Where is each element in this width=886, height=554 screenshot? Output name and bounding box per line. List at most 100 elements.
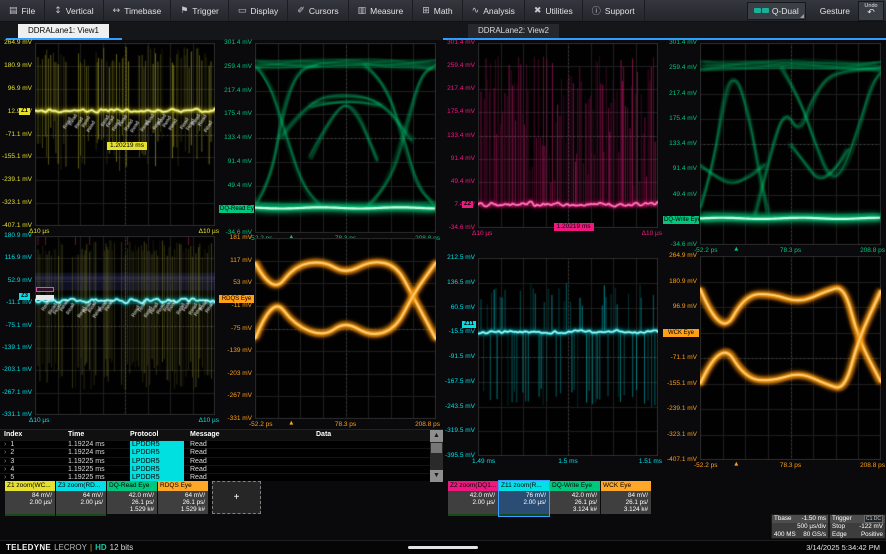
menu-right-controls: Q-Dual Gesture Undo ↶ <box>747 0 886 21</box>
trigger-summary[interactable]: Trigger C1 DC Stop -122 mV Edge Positive <box>829 514 886 539</box>
waveform-grid-z2[interactable] <box>478 43 658 228</box>
y-axis-label: -407.1 mV <box>663 456 697 464</box>
y-axis-label: -323.1 mV <box>0 199 32 207</box>
column-header-message: Message <box>190 430 316 440</box>
y-axis-label: -15.5 mV <box>443 328 475 336</box>
analysis-icon: ∿ <box>472 6 480 16</box>
descriptor-z3-zoom-rd[interactable]: Z3 zoom(RD...64 mV/2.00 µs/ <box>56 481 106 516</box>
menu-item-analysis[interactable]: ∿Analysis <box>463 0 525 21</box>
trace-label-dqread[interactable]: DQ-Read Eye <box>219 205 254 213</box>
menu-item-utilities[interactable]: ✖Utilities <box>525 0 583 21</box>
tab-ddralane2-view2[interactable]: DDRALane2: View2 <box>468 24 559 38</box>
descriptor-dq-write-eye[interactable]: DQ-Write Eye42.0 mV/26.1 ps/3.124 k# <box>550 481 600 514</box>
y-axis-label: -139 mV <box>219 347 252 355</box>
menu-item-display[interactable]: ▭Display <box>229 0 288 21</box>
descriptor-dq-read-eye[interactable]: DQ-Read Eye42.0 mV/26.1 ps/1.529 k# <box>107 481 157 514</box>
menu-item-timebase[interactable]: ↔Timebase <box>104 0 172 21</box>
y-axis-label: 133.4 mV <box>663 140 697 148</box>
descriptor-z11-zoom-r[interactable]: Z11 zoom(R...76 mV/2.00 µs/ <box>499 481 549 516</box>
table-row[interactable]: ›11.19224 msLPDDR5Read <box>0 440 443 448</box>
x-axis-label: Δ10 µs <box>472 229 492 238</box>
descriptor-value-line: 84 mV/ <box>628 492 648 499</box>
cell-time: 1.19225 ms <box>68 466 130 473</box>
panel-rdqs: 181 mV117 mV53 mV-11 mV-75 mV-139 mV-203… <box>219 232 438 437</box>
eye-diagram-dqread[interactable] <box>255 43 436 233</box>
scroll-down-icon[interactable]: ▼ <box>430 470 443 482</box>
eye-diagram-wck[interactable] <box>700 256 881 460</box>
scroll-up-icon[interactable]: ▲ <box>430 430 443 442</box>
menu-item-trigger[interactable]: ⚑Trigger <box>171 0 229 21</box>
y-axis-label: 264.9 mV <box>0 39 32 47</box>
y-axis-label: -267 mV <box>219 392 252 400</box>
zoom-marker-z11[interactable]: Z11 <box>462 321 476 328</box>
menu-item-cursors[interactable]: ✐Cursors <box>288 0 348 21</box>
drawer-handle[interactable] <box>408 546 478 549</box>
y-axis-label: -203 mV <box>219 370 252 378</box>
menu-item-math[interactable]: ⊞Math <box>413 0 462 21</box>
vertical-icon: ↕ <box>54 6 62 16</box>
y-axis-label: 175.4 mV <box>443 108 475 116</box>
cell-protocol: LPDDR5 <box>130 449 190 456</box>
undo-button[interactable]: Undo ↶ <box>858 1 884 21</box>
zoom-marker-z2[interactable]: Z2 <box>462 201 473 208</box>
table-row[interactable]: ›31.19225 msLPDDR5Read <box>0 457 443 465</box>
table-scrollbar[interactable]: ▲▼ <box>430 430 443 482</box>
cell-message: Read <box>190 466 316 473</box>
y-axis-label: -167.5 mV <box>443 378 475 386</box>
descriptor-value-line: 42.0 mV/ <box>572 492 597 499</box>
zoom-marker-z1[interactable]: Z1 <box>19 108 30 115</box>
waveform-grid-z11[interactable] <box>478 258 658 456</box>
menu-item-support[interactable]: ⓘSupport <box>583 0 645 21</box>
panel-wck: 264.9 mV180.9 mV96.9 mV-71.1 mV-155.1 mV… <box>663 250 883 478</box>
add-trace-button[interactable]: + <box>212 481 261 514</box>
scrollbar-thumb[interactable] <box>431 443 442 453</box>
dropdown-corner-icon <box>800 14 804 18</box>
x-axis-label: 208.8 ps <box>415 420 440 429</box>
row-expand-icon[interactable]: › <box>4 441 6 448</box>
eye-diagram-rdqs[interactable] <box>255 238 436 419</box>
gesture-button[interactable]: Gesture <box>812 6 858 16</box>
descriptor-z1-zoom-wc[interactable]: Z1 zoom(WC...84 mV/2.00 µs/ <box>5 481 55 516</box>
y-axis-label: -155.1 mV <box>663 380 697 388</box>
tab-ddralane1-view1[interactable]: DDRALane1: View1 <box>18 24 109 38</box>
eye-diagram-dqwrite[interactable] <box>700 43 881 245</box>
trigger-position-icon: ▲ <box>289 419 293 428</box>
y-axis-label: 91.4 mV <box>663 165 697 173</box>
descriptor-wck-eye[interactable]: WCK Eye84 mV/26.1 ps/3.124 k# <box>601 481 651 514</box>
trace-label-dqwrite[interactable]: DQ-Write Eye <box>663 216 699 224</box>
cell-index: ›2 <box>0 449 68 456</box>
descriptor-z2-zoom-dq1[interactable]: Z2 zoom(DQ1...42.0 mV/2.00 µs/ <box>448 481 498 516</box>
qdual-layout-button[interactable]: Q-Dual <box>747 2 806 20</box>
row-expand-icon[interactable]: › <box>4 449 6 456</box>
table-row[interactable]: ›21.19224 msLPDDR5Read <box>0 448 443 456</box>
table-row[interactable]: ›41.19225 msLPDDR5Read <box>0 465 443 473</box>
brand-logo: TELEDYNE LECROY | HD 12 bits <box>6 543 133 552</box>
menu-item-file[interactable]: ▤File <box>0 0 45 21</box>
timebase-icon: ↔ <box>113 6 121 16</box>
zoom-marker-z3[interactable]: Z3 <box>19 293 30 300</box>
menu-item-measure[interactable]: ▥Measure <box>349 0 414 21</box>
file-icon: ▤ <box>9 6 18 16</box>
waveform-grid-z3[interactable] <box>35 236 215 415</box>
cell-data <box>316 474 430 481</box>
timebase-summary[interactable]: Tbase -1.50 ms 500 µs/div 400 MS 80 GS/s <box>771 514 829 539</box>
brand-separator: | <box>90 543 92 552</box>
row-expand-icon[interactable]: › <box>4 466 6 473</box>
trace-label-wck[interactable]: WCK Eye <box>663 329 699 337</box>
waveform-grid-z1[interactable] <box>35 43 215 226</box>
dual-display-icon <box>754 8 769 13</box>
descriptor-rdqs-eye[interactable]: RDQS Eye64 mV/26.1 ps/1.529 k# <box>158 481 208 514</box>
descriptor-value-line: 1.529 k# <box>130 506 154 513</box>
row-expand-icon[interactable]: › <box>4 458 6 465</box>
y-axis-label: 133.4 mV <box>443 132 475 140</box>
descriptor-value-line: 1.529 k# <box>181 506 205 513</box>
time-annotation: 1.20219 ms <box>554 223 594 231</box>
trace-label-rdqs[interactable]: RDQS Eye <box>219 295 254 303</box>
tbase-value: -1.50 ms <box>802 515 827 523</box>
descriptor-values: 42.0 mV/26.1 ps/3.124 k# <box>550 491 600 514</box>
panel-z1: 264.9 mV180.9 mV96.9 mV12.9 mV-71.1 mV-1… <box>0 37 217 244</box>
y-axis-label: 49.4 mV <box>219 182 252 190</box>
utilities-icon: ✖ <box>534 6 542 16</box>
y-axis-label: 301.4 mV <box>663 39 697 47</box>
menu-item-vertical[interactable]: ↕Vertical <box>45 0 103 21</box>
